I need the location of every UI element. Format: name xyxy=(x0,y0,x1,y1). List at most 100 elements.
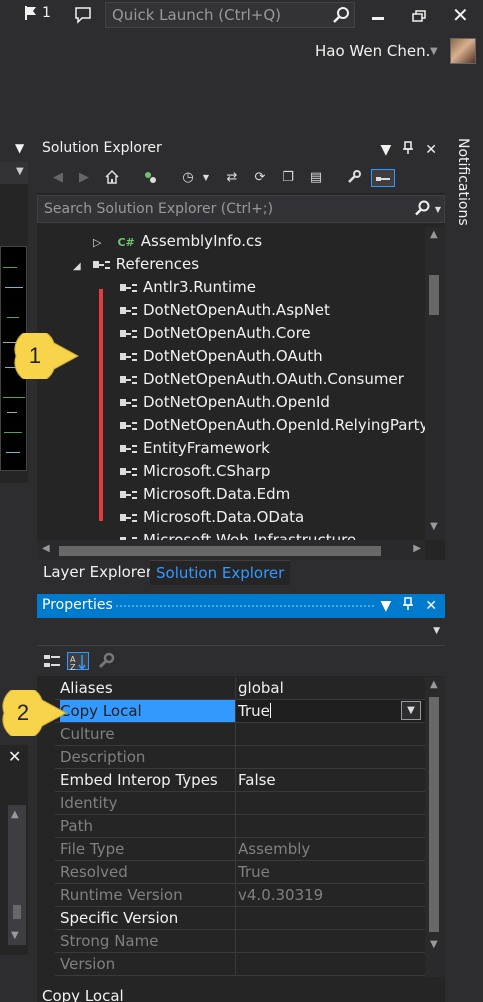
collapse-all-icon[interactable]: ❐ xyxy=(279,169,297,187)
reference-item[interactable]: Microsoft.Web.Infrastructure xyxy=(120,529,356,540)
reference-item[interactable]: DotNetOpenAuth.OpenId xyxy=(120,391,330,414)
callout-1: 1 xyxy=(12,333,82,383)
callout-number: 1 xyxy=(28,343,42,368)
property-pages-wrench-icon[interactable] xyxy=(97,652,115,670)
avatar[interactable] xyxy=(450,38,476,64)
refresh-icon[interactable]: ⟳ xyxy=(251,169,269,187)
property-value[interactable] xyxy=(235,907,425,929)
property-row-path[interactable]: Path xyxy=(55,815,425,838)
collapse-arrow-icon[interactable]: ◢ xyxy=(73,261,81,272)
scroll-thumb[interactable] xyxy=(429,697,439,932)
minimize-button[interactable] xyxy=(372,17,384,20)
scroll-thumb[interactable] xyxy=(59,546,381,556)
user-menu-chevron-icon[interactable]: ▼ xyxy=(430,46,438,57)
chevron-down-icon[interactable]: ▼ xyxy=(197,169,215,187)
scroll-down-icon[interactable]: ▼ xyxy=(11,930,19,941)
close-window-button[interactable]: ✕ xyxy=(452,5,469,25)
scroll-right-icon[interactable]: ▶ xyxy=(413,543,421,554)
reference-item[interactable]: Microsoft.CSharp xyxy=(120,460,270,483)
search-icon[interactable] xyxy=(332,6,350,24)
left-panel-dropdown[interactable]: ▼ xyxy=(0,162,28,184)
scroll-thumb[interactable] xyxy=(429,275,439,315)
property-row-copy-local[interactable]: Copy Local True ▼ xyxy=(55,700,425,723)
property-row-specific-version[interactable]: Specific Version xyxy=(55,907,425,930)
reference-item[interactable]: EntityFramework xyxy=(120,437,270,460)
chevron-down-icon[interactable]: ▼ xyxy=(15,141,24,155)
close-icon[interactable]: ✕ xyxy=(425,142,437,158)
pending-changes-filter-icon[interactable] xyxy=(141,169,159,187)
property-row-strong-name[interactable]: Strong Name xyxy=(55,930,425,953)
assembly-reference-icon xyxy=(120,375,138,385)
scrollbar[interactable]: ▲ ▼ xyxy=(8,805,26,945)
solution-explorer-search-input[interactable]: Search Solution Explorer (Ctrl+;) ▼ xyxy=(37,195,445,223)
scroll-down-icon[interactable]: ▼ xyxy=(430,939,438,950)
reference-item[interactable]: DotNetOpenAuth.OpenId.RelyingParty xyxy=(120,414,425,437)
forward-icon[interactable]: ▶ xyxy=(75,169,93,187)
scroll-up-icon[interactable]: ▲ xyxy=(11,809,19,820)
tree-vertical-scrollbar[interactable]: ▲ ▼ xyxy=(425,227,445,540)
property-row-culture[interactable]: Culture xyxy=(55,723,425,746)
close-icon[interactable]: ✕ xyxy=(8,747,21,766)
property-row-aliases[interactable]: Aliases global xyxy=(55,677,425,700)
highlight-marker xyxy=(99,289,103,521)
property-row-resolved[interactable]: Resolved True xyxy=(55,861,425,884)
property-value-dropdown[interactable]: True ▼ xyxy=(235,700,425,722)
scroll-up-icon[interactable]: ▲ xyxy=(430,679,438,690)
property-row-description[interactable]: Description xyxy=(55,746,425,769)
history-icon[interactable]: ◷ xyxy=(179,169,197,187)
property-row-version[interactable]: Version xyxy=(55,953,425,976)
scroll-thumb[interactable] xyxy=(13,905,21,919)
property-row-runtime-version[interactable]: Runtime Version v4.0.30319 xyxy=(55,884,425,907)
reference-item[interactable]: DotNetOpenAuth.OAuth.Consumer xyxy=(120,368,404,391)
property-value[interactable]: global xyxy=(235,677,425,699)
pin-icon[interactable] xyxy=(402,597,414,615)
object-selector-dropdown[interactable]: ▼ xyxy=(37,618,445,646)
search-options-chevron-icon[interactable]: ▼ xyxy=(435,205,441,214)
categorized-icon[interactable] xyxy=(43,652,61,670)
search-icon[interactable] xyxy=(414,200,430,216)
tree-item-assemblyinfo[interactable]: ▷ C# AssemblyInfo.cs xyxy=(93,230,262,253)
tree-item-references[interactable]: ◢ References xyxy=(73,253,199,276)
tab-layer-explorer[interactable]: Layer Explorer xyxy=(37,560,158,585)
home-icon[interactable] xyxy=(103,169,121,187)
property-row-identity[interactable]: Identity xyxy=(55,792,425,815)
pin-icon[interactable] xyxy=(402,141,414,159)
preview-selected-items-icon[interactable] xyxy=(371,169,395,187)
reference-item[interactable]: DotNetOpenAuth.OAuth xyxy=(120,345,323,368)
reference-item[interactable]: Microsoft.Data.OData xyxy=(120,506,304,529)
property-value[interactable]: True xyxy=(238,702,270,720)
scroll-down-icon[interactable]: ▼ xyxy=(430,521,438,532)
window-position-menu-icon[interactable]: ▼ xyxy=(380,598,391,614)
feedback-icon[interactable] xyxy=(74,6,92,28)
sync-with-active-document-icon[interactable]: ⇄ xyxy=(223,169,241,187)
scroll-up-icon[interactable]: ▲ xyxy=(430,229,438,240)
user-name[interactable]: Hao Wen Chen. xyxy=(315,42,430,60)
window-position-menu-icon[interactable]: ▼ xyxy=(380,142,391,158)
property-row-embed-interop-types[interactable]: Embed Interop Types False xyxy=(55,769,425,792)
property-value[interactable]: False xyxy=(235,769,425,791)
reference-item[interactable]: DotNetOpenAuth.Core xyxy=(120,322,311,345)
notification-count: 1 xyxy=(42,5,51,21)
chevron-down-icon[interactable]: ▼ xyxy=(401,701,421,720)
close-icon[interactable]: ✕ xyxy=(425,598,437,614)
property-name: Path xyxy=(60,817,93,835)
scroll-left-icon[interactable]: ◀ xyxy=(42,543,50,554)
property-grid-scrollbar[interactable]: ▲ ▼ xyxy=(425,677,445,977)
expand-arrow-icon[interactable]: ▷ xyxy=(93,236,101,249)
chevron-down-icon: ▼ xyxy=(433,626,440,636)
svg-text:Z: Z xyxy=(70,663,76,671)
tab-solution-explorer[interactable]: Solution Explorer xyxy=(150,560,291,585)
notification-flag-button[interactable]: 1 xyxy=(24,5,51,21)
property-row-file-type[interactable]: File Type Assembly xyxy=(55,838,425,861)
tree-horizontal-scrollbar[interactable]: ◀ ▶ xyxy=(37,540,425,560)
back-icon[interactable]: ◀ xyxy=(49,169,67,187)
alphabetical-icon[interactable]: AZ xyxy=(67,652,89,672)
notifications-tab[interactable]: Notifications xyxy=(455,138,471,226)
reference-item[interactable]: DotNetOpenAuth.AspNet xyxy=(120,299,330,322)
reference-item[interactable]: Microsoft.Data.Edm xyxy=(120,483,290,506)
reference-item[interactable]: Antlr3.Runtime xyxy=(120,276,256,299)
restore-button[interactable] xyxy=(412,10,426,22)
properties-wrench-icon[interactable] xyxy=(345,169,363,187)
show-all-files-icon[interactable]: ▤ xyxy=(307,169,325,187)
quick-launch-input[interactable]: Quick Launch (Ctrl+Q) xyxy=(105,2,355,28)
